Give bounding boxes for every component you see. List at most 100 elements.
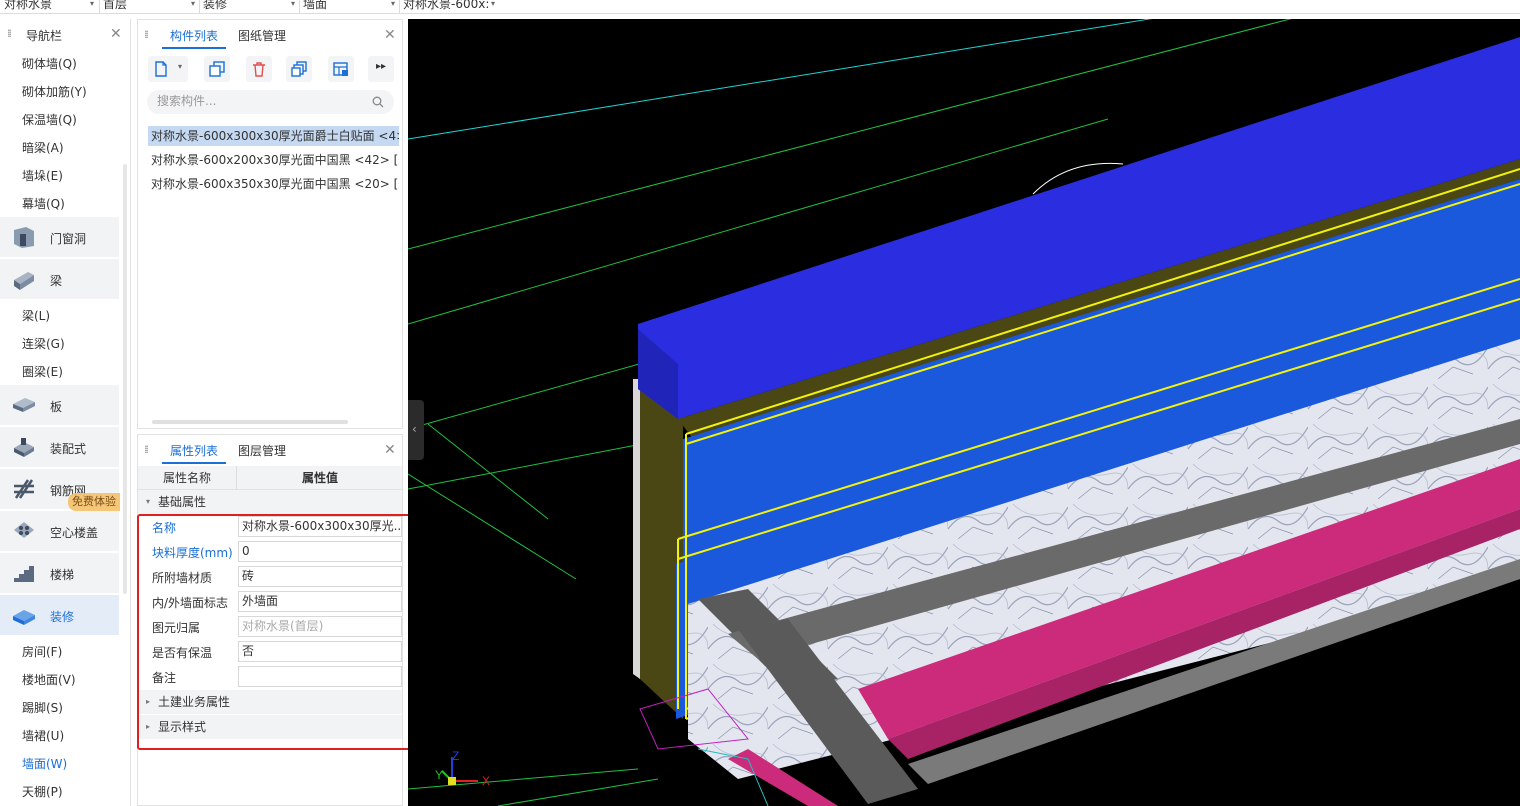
property-value-field[interactable]: 对称水景-600x300x30厚光... [238,516,402,537]
type-dropdown[interactable]: 墙面 ▾ [303,0,397,13]
expand-triangle-icon: ▸ [146,697,151,706]
nav-item-hidden-beam[interactable]: 暗梁(A) [22,139,64,156]
chevron-down-icon: ▾ [89,0,94,8]
drag-handle-icon[interactable]: ⁞⁞ [144,29,149,40]
group-civil-properties[interactable]: ▸ 土建业务属性 [138,690,402,714]
property-name: 是否有保温 [152,646,213,660]
3d-viewport[interactable]: X Y Z [408,19,1520,806]
component-row[interactable]: 对称水景-600x350x30厚光面中国黑 <20> [外 [151,174,399,194]
nav-item-floor-surface[interactable]: 楼地面(V) [22,671,76,688]
nav-item-ring-beam[interactable]: 圈梁(E) [22,363,63,380]
navigation-panel: ⁞⁞ 导航栏 ✕ 砌体墙(Q) 砌体加筋(Y) 保温墙(Q) 暗梁(A) 墙垛(… [0,19,131,806]
layers-copy-icon [291,61,307,77]
nav-category-decoration[interactable]: 装修 [0,595,119,635]
component-list-panel: ⁞⁞ 构件列表 图纸管理 ✕ ▾ ▸▸ 对称水景-600x300x30厚光面爵士… [137,19,403,429]
double-chevron-right-icon: ▸▸ [376,61,387,72]
nav-category-label: 门窗洞 [50,232,87,246]
nav-item-ceiling[interactable]: 天棚(P) [22,783,63,800]
nav-item-link-beam[interactable]: 连梁(G) [22,335,65,352]
nav-item-masonry-rebar[interactable]: 砌体加筋(Y) [22,83,87,100]
nav-scrollbar[interactable] [123,164,127,594]
nav-category-prefab[interactable]: 装配式 [0,427,119,467]
more-tools-button[interactable]: ▸▸ [368,56,394,82]
nav-item-beam[interactable]: 梁(L) [22,307,50,324]
chevron-down-icon: ▾ [490,0,495,8]
nav-item-skirting[interactable]: 踢脚(S) [22,699,63,716]
category-dropdown[interactable]: 装修 ▾ [203,0,297,13]
nav-title: 导航栏 [26,29,63,43]
property-name: 内/外墙面标志 [152,596,229,610]
floor-dropdown[interactable]: 首层 ▾ [103,0,197,13]
copy-component-button[interactable] [204,56,230,82]
project-dropdown[interactable]: 对称水景 ▾ [4,0,96,13]
group-display-style[interactable]: ▸ 显示样式 [138,715,402,739]
axis-gizmo: X Y Z [435,749,490,788]
nav-item-wall-surface[interactable]: 墙面(W) [22,755,67,772]
property-value-field[interactable]: 砖 [238,566,402,587]
tab-drawing-management[interactable]: 图纸管理 [238,27,286,44]
property-value-field[interactable]: 否 [238,641,402,662]
property-row: 名称 对称水景-600x300x30厚光... [138,514,402,539]
category-dropdown-label: 装修 [203,0,228,11]
collapse-triangle-icon: ▾ [146,497,151,506]
tab-property-list[interactable]: 属性列表 [170,442,218,459]
axis-z-label: Z [452,749,459,763]
property-row: 图元归属 对称水景(首层) [138,614,402,639]
property-value-field[interactable]: 外墙面 [238,591,402,612]
property-value-field[interactable] [238,666,402,687]
component-dropdown[interactable]: 对称水景-600x: ▾ [403,0,497,13]
property-name: 名称 [152,521,177,535]
drag-handle-icon[interactable]: ⁞⁞ [7,28,12,39]
close-icon[interactable]: ✕ [384,28,396,42]
property-row: 所附墙材质 砖 [138,564,402,589]
nav-category-stair[interactable]: 楼梯 [0,553,119,593]
nav-category-beam[interactable]: 梁 [0,259,119,299]
nav-category-label: 装配式 [50,442,87,456]
group-basic-properties[interactable]: ▾ 基础属性 [138,490,402,514]
chevron-down-icon: ▾ [190,0,195,8]
copy-to-floor-button[interactable] [286,56,312,82]
nav-category-slab[interactable]: 板 [0,385,119,425]
collapse-panel-handle[interactable]: ‹ [408,400,424,460]
nav-item-dado[interactable]: 墙裙(U) [22,727,64,744]
nav-category-label: 板 [50,400,63,414]
nav-category-door-window[interactable]: 门窗洞 [0,217,119,257]
property-row: 内/外墙面标志 外墙面 [138,589,402,614]
nav-category-hollow-floor[interactable]: 空心楼盖 [0,511,119,551]
close-icon[interactable]: ✕ [384,443,396,457]
search-input[interactable] [157,94,357,108]
axis-guide-line [408,473,577,580]
delete-component-button[interactable] [246,56,272,82]
free-trial-badge[interactable]: 免费体验 [68,493,120,511]
property-value-field[interactable]: 0 [238,541,402,562]
search-icon[interactable] [372,96,384,108]
axis-guide-line [427,423,549,520]
new-component-button[interactable]: ▾ [148,56,188,82]
nav-item-room[interactable]: 房间(F) [22,643,62,660]
nav-header: ⁞⁞ 导航栏 ✕ [0,19,130,49]
nav-item-insulation-wall[interactable]: 保温墙(Q) [22,111,77,128]
column-header-name: 属性名称 [138,466,237,490]
nav-item-masonry-wall[interactable]: 砌体墙(Q) [22,55,77,72]
property-name: 所附墙材质 [152,571,213,585]
nav-category-label: 梁 [50,274,63,288]
nav-item-wall-pier[interactable]: 墙垛(E) [22,167,63,184]
tab-component-list[interactable]: 构件列表 [170,27,218,44]
type-dropdown-label: 墙面 [303,0,328,11]
property-row: 备注 [138,664,402,689]
component-row[interactable]: 对称水景-600x200x30厚光面中国黑 <42> [外 [151,150,399,170]
sort-component-button[interactable] [328,56,354,82]
door-window-icon [14,227,34,248]
tab-layer-management[interactable]: 图层管理 [238,442,286,459]
axis-guide-line [497,778,659,806]
chevron-down-icon: ▾ [178,62,183,71]
floor-dropdown-label: 首层 [103,0,128,11]
3d-scene: X Y Z [408,19,1520,806]
component-search[interactable] [147,90,394,114]
nav-item-curtain-wall[interactable]: 幕墙(Q) [22,195,65,212]
drag-handle-icon[interactable]: ⁞⁞ [144,444,149,455]
component-row[interactable]: 对称水景-600x300x30厚光面爵士白贴面 <4> [外 [148,126,399,146]
close-icon[interactable]: ✕ [110,27,122,41]
group-label: 基础属性 [158,495,207,509]
horizontal-scrollbar[interactable] [152,420,348,424]
